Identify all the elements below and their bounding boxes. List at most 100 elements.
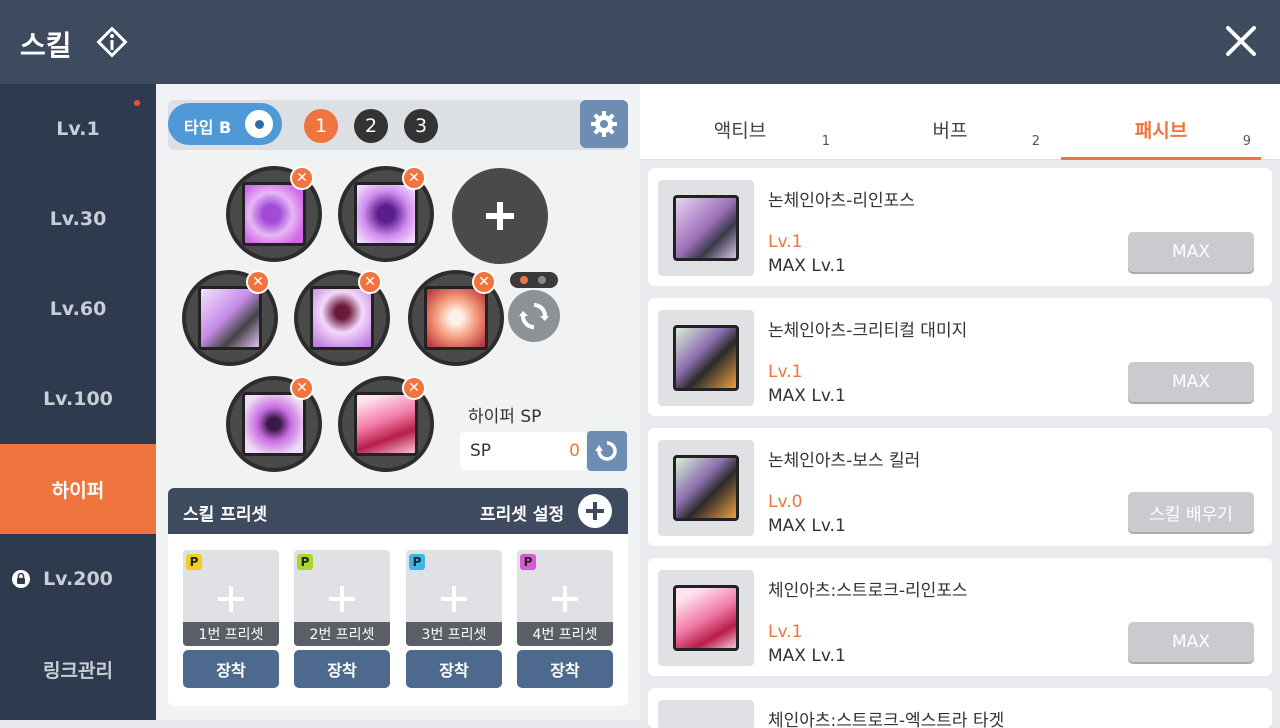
skill-list-item[interactable]: 논체인아츠-크리티컬 대미지 Lv.1 MAX Lv.1 MAX [648, 298, 1272, 416]
remove-icon[interactable]: ✕ [246, 270, 270, 294]
preset-slot[interactable]: P 1번 프리셋 [183, 550, 279, 646]
equip-button[interactable]: 장착 [406, 650, 502, 688]
preset-label: 3번 프리셋 [406, 622, 502, 646]
skill-list-item[interactable]: 논체인아츠-리인포스 Lv.1 MAX Lv.1 MAX [648, 168, 1272, 286]
skill-icon-frame [658, 700, 754, 728]
info-icon[interactable] [95, 25, 129, 59]
preset-3: P 3번 프리셋 장착 [406, 550, 502, 688]
close-icon[interactable] [1222, 22, 1260, 60]
sidebar-item-link[interactable]: 링크관리 [0, 624, 156, 714]
preset-settings-button[interactable] [578, 494, 612, 528]
sp-reset-button[interactable] [587, 431, 627, 471]
skill-list-panel: 액티브 1 버프 2 패시브 9 논체인아츠-리인포스 Lv.1 MAX Lv.… [640, 84, 1280, 728]
skill-list-item[interactable]: 체인아츠:스트로크-리인포스 Lv.1 MAX Lv.1 MAX [648, 558, 1272, 676]
preset-label: 4번 프리셋 [517, 622, 613, 646]
page-dots [510, 272, 558, 288]
plus-icon [552, 586, 578, 612]
add-skill-slot[interactable] [452, 168, 548, 264]
sidebar-item-lv30[interactable]: Lv.30 [0, 174, 156, 264]
tab-bar: 액티브 1 버프 2 패시브 9 [640, 84, 1280, 160]
swap-button[interactable] [508, 290, 560, 342]
remove-icon[interactable]: ✕ [290, 376, 314, 400]
preset-slot[interactable]: P 3번 프리셋 [406, 550, 502, 646]
settings-button[interactable] [580, 100, 628, 148]
skill-icon [673, 585, 739, 651]
hyper-skill-slot[interactable]: ✕ [226, 376, 322, 472]
skill-list-item[interactable]: 논체인아츠-보스 킬러 Lv.0 MAX Lv.1 스킬 배우기 [648, 428, 1272, 546]
sidebar-item-label: Lv.60 [49, 298, 107, 320]
skill-icon-frame [658, 180, 754, 276]
lock-icon [12, 570, 30, 588]
preset-label: 1번 프리셋 [183, 622, 279, 646]
preset-4: P 4번 프리셋 장착 [517, 550, 613, 688]
skill-icon [198, 286, 262, 350]
max-button[interactable]: MAX [1128, 362, 1254, 402]
tab-label: 액티브 [713, 120, 767, 142]
remove-icon[interactable]: ✕ [358, 270, 382, 294]
sp-display: SP 0 [460, 432, 586, 470]
plus-icon [586, 502, 604, 520]
skill-icon [242, 182, 306, 246]
slot-number-1[interactable]: 1 [304, 109, 338, 143]
preset-slot[interactable]: P 2번 프리셋 [294, 550, 390, 646]
remove-icon[interactable]: ✕ [290, 166, 314, 190]
slot-number-3[interactable]: 3 [404, 109, 438, 143]
hyper-skill-slot[interactable]: ✕ [182, 270, 278, 366]
remove-icon[interactable]: ✕ [402, 376, 426, 400]
skill-preset-card: 스킬 프리셋 프리셋 설정 P 1번 프리셋 장착 P 2번 프리셋 장착 P … [168, 488, 628, 706]
skill-icon [673, 455, 739, 521]
plus-icon [329, 586, 355, 612]
equip-button[interactable]: 장착 [183, 650, 279, 688]
page-dot-active [520, 276, 528, 284]
sidebar-item-lv60[interactable]: Lv.60 [0, 264, 156, 354]
sidebar-item-lv1[interactable]: Lv.1 [0, 84, 156, 174]
tab-passive[interactable]: 패시브 9 [1061, 84, 1261, 160]
skill-max-level: MAX Lv.1 [768, 516, 846, 536]
type-toggle[interactable]: 타입 B [168, 103, 282, 145]
skill-name: 체인아츠:스트로크-엑스트라 타겟 [768, 711, 1005, 728]
max-button[interactable]: MAX [1128, 622, 1254, 662]
top-bar: 스킬 [0, 0, 1280, 84]
equip-button[interactable]: 장착 [294, 650, 390, 688]
notification-dot [134, 100, 140, 106]
sidebar-item-hyper[interactable]: 하이퍼 [0, 444, 156, 534]
tab-label: 버프 [932, 120, 968, 142]
slot-number-2[interactable]: 2 [354, 109, 388, 143]
hyper-skill-slot[interactable]: ✕ [408, 270, 504, 366]
hyper-skill-slot[interactable]: ✕ [294, 270, 390, 366]
skill-level: Lv.1 [768, 232, 803, 252]
tab-count: 1 [821, 134, 830, 149]
learn-skill-button[interactable]: 스킬 배우기 [1128, 492, 1254, 532]
skill-icon-frame [658, 570, 754, 666]
tab-buff[interactable]: 버프 2 [850, 84, 1050, 160]
type-bar: 타입 B 1 2 3 [168, 100, 628, 150]
remove-icon[interactable]: ✕ [402, 166, 426, 190]
hyper-skill-slot[interactable]: ✕ [226, 166, 322, 262]
tab-active[interactable]: 액티브 1 [640, 84, 840, 160]
plus-icon [486, 202, 514, 230]
sidebar-item-label: Lv.30 [49, 208, 107, 230]
skill-level: Lv.1 [768, 622, 803, 642]
sidebar-item-label: Lv.1 [56, 118, 100, 140]
page-dot [538, 276, 546, 284]
preset-p-icon: P [409, 554, 425, 570]
hyper-skill-slot[interactable]: ✕ [338, 376, 434, 472]
skill-icon [673, 325, 739, 391]
hyper-skill-panel: 타입 B 1 2 3 ✕ ✕ ✕ ✕ ✕ ✕ ✕ 하이퍼 SP SP 0 스킬 … [156, 84, 640, 720]
preset-p-icon: P [520, 554, 536, 570]
preset-slot[interactable]: P 4번 프리셋 [517, 550, 613, 646]
max-button[interactable]: MAX [1128, 232, 1254, 272]
sp-label: SP [470, 441, 492, 461]
sidebar-item-lv100[interactable]: Lv.100 [0, 354, 156, 444]
toggle-knob [242, 107, 276, 141]
hyper-skill-slot[interactable]: ✕ [338, 166, 434, 262]
sidebar-item-lv200[interactable]: Lv.200 [0, 534, 156, 624]
preset-title: 스킬 프리셋 [183, 505, 268, 525]
refresh-icon [595, 441, 617, 461]
equip-button[interactable]: 장착 [517, 650, 613, 688]
remove-icon[interactable]: ✕ [472, 270, 496, 294]
skill-list-item[interactable]: 체인아츠:스트로크-엑스트라 타겟 [648, 688, 1272, 728]
skill-name: 체인아츠:스트로크-리인포스 [768, 581, 968, 601]
skill-icon [424, 286, 488, 350]
preset-p-icon: P [297, 554, 313, 570]
